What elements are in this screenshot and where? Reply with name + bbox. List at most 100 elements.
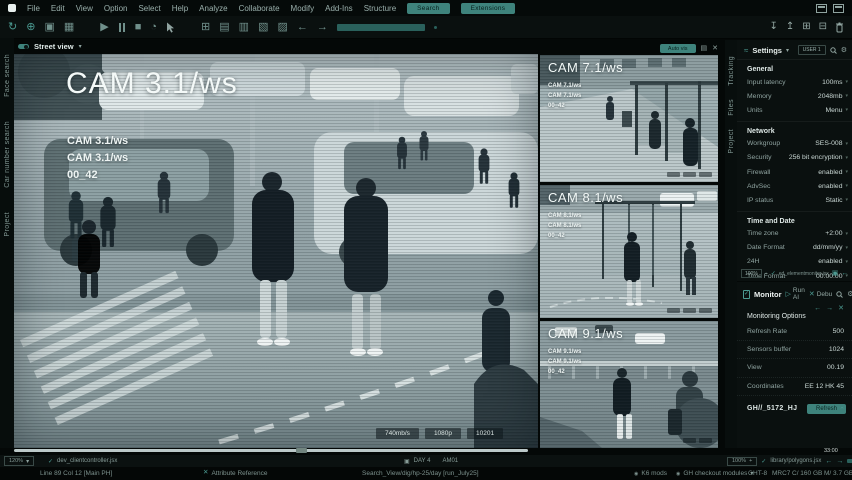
- menu-add-ins[interactable]: Add-Ins: [325, 4, 353, 13]
- panels-icon[interactable]: ▤: [219, 21, 229, 33]
- toolbar-progress-bar[interactable]: [336, 23, 425, 31]
- menu-view[interactable]: View: [76, 4, 93, 13]
- panel-zoom-chip[interactable]: 100% +: [727, 456, 758, 466]
- export-page-icon[interactable]: ▥: [239, 21, 249, 33]
- box-icon[interactable]: ▣: [404, 458, 410, 465]
- search-button[interactable]: Search: [407, 2, 450, 14]
- setting-row-units[interactable]: Units Menu ▾: [737, 103, 852, 117]
- menu-help[interactable]: Help: [172, 4, 188, 13]
- search-icon[interactable]: [830, 46, 837, 54]
- gear-icon[interactable]: ⚙: [841, 46, 847, 54]
- download-icon[interactable]: ↧: [769, 22, 777, 32]
- close-icon[interactable]: ✕: [838, 305, 844, 312]
- rotate-tool-icon[interactable]: ↻: [8, 21, 17, 33]
- close-icon[interactable]: ✕: [203, 470, 208, 477]
- check-icon[interactable]: ✓: [771, 270, 776, 277]
- menu-analyze[interactable]: Analyze: [199, 4, 227, 13]
- timeline-scrubber[interactable]: [14, 448, 528, 453]
- arrow-left-icon[interactable]: ←: [841, 270, 848, 277]
- close-icon[interactable]: ✕: [712, 45, 718, 52]
- setting-row-advsec[interactable]: AdvSec enabled ▾: [737, 179, 852, 193]
- mini-chip[interactable]: [683, 308, 696, 313]
- main-camera-feed[interactable]: CAM 3.1/ws CAM 3.1/ws CAM 3.1/ws 00_42 7…: [14, 54, 538, 448]
- mini-chip[interactable]: [699, 308, 712, 313]
- user-chip[interactable]: USER 1: [797, 45, 826, 55]
- new-page-icon[interactable]: ▨: [277, 21, 287, 33]
- app-icon[interactable]: [8, 4, 16, 12]
- mini-chip[interactable]: [699, 172, 712, 177]
- menu-structure[interactable]: Structure: [364, 4, 396, 13]
- debug-tab[interactable]: ✕ Debu: [809, 291, 832, 298]
- save-all-icon[interactable]: ▦: [64, 21, 74, 33]
- bitrate-chip[interactable]: 740mb/s: [376, 428, 419, 439]
- setting-row-security[interactable]: Security 256 bit encryption ▾: [737, 151, 852, 165]
- menu-file[interactable]: File: [27, 4, 40, 13]
- setting-row-ip-status[interactable]: IP status Static ▾: [737, 193, 852, 207]
- arrow-left-icon[interactable]: ←: [814, 305, 821, 312]
- box-icon[interactable]: ▣: [832, 270, 839, 277]
- extensions-button[interactable]: Extensions: [460, 2, 516, 14]
- monitor-row-sensors-buffer[interactable]: Sensors buffer 1024: [737, 341, 852, 360]
- save-icon[interactable]: ▣: [44, 21, 54, 33]
- zoom-level-chip[interactable]: 120% ▾: [4, 456, 35, 466]
- chevron-up-icon[interactable]: ⌃: [839, 406, 845, 414]
- checkbox-icon[interactable]: ✓: [743, 289, 751, 299]
- back-arrow-icon[interactable]: ←: [297, 21, 308, 33]
- plus-icon[interactable]: +: [765, 271, 768, 276]
- main-view-tab-label[interactable]: Street view: [34, 42, 74, 51]
- upload-icon[interactable]: ↥: [786, 22, 794, 32]
- monitor-icon[interactable]: [816, 3, 827, 13]
- resolution-chip[interactable]: 1080p: [424, 428, 462, 439]
- panel-tab-tracking[interactable]: Tracking: [728, 56, 735, 86]
- sidebar-tab-face-search[interactable]: Face search: [4, 54, 11, 97]
- clock-icon[interactable]: ◔: [150, 21, 157, 33]
- setting-row-date-format[interactable]: Date Format dd/mm/yy ▾: [737, 241, 852, 255]
- printer-icon[interactable]: [833, 3, 844, 13]
- status-progress-bar[interactable]: [847, 459, 852, 463]
- import-page-icon[interactable]: ▧: [258, 21, 268, 33]
- forward-arrow-icon[interactable]: →: [317, 21, 328, 33]
- arrow-right-icon[interactable]: →: [836, 458, 843, 465]
- check-icon[interactable]: ✓: [48, 458, 53, 465]
- setting-row-memory[interactable]: Memory 2048mb ▾: [737, 89, 852, 103]
- menu-select[interactable]: Select: [138, 4, 160, 13]
- new-window-icon[interactable]: ⊞: [201, 21, 210, 33]
- setting-row-time-zone[interactable]: Time zone +2:00 ▾: [737, 227, 852, 241]
- cursor-icon[interactable]: [166, 22, 175, 33]
- mini-chip[interactable]: [683, 438, 696, 443]
- camera-feed-9[interactable]: CAM 9.1/ws CAM 9.1/ws CAM 9.1/ws 00_42: [540, 321, 718, 448]
- arrow-left-icon[interactable]: ←: [825, 458, 832, 465]
- mini-chip[interactable]: [667, 172, 680, 177]
- add-icon[interactable]: ⊞: [802, 22, 810, 32]
- mini-chip[interactable]: [699, 438, 712, 443]
- timeline-handle[interactable]: [296, 448, 307, 453]
- monitor-row-refresh-rate[interactable]: Refresh Rate 500: [737, 323, 852, 342]
- sidebar-tab-car-number-search[interactable]: Car number search: [4, 121, 11, 188]
- play-icon[interactable]: ▶: [100, 21, 108, 33]
- camera-feed-7[interactable]: CAM 7.1/ws CAM 7.1/ws CAM 7.1/ws 00_42: [540, 55, 718, 182]
- setting-row-firewall[interactable]: Firewall enabled ▾: [737, 165, 852, 179]
- settings-title[interactable]: Settings: [752, 46, 782, 55]
- remove-icon[interactable]: ⊟: [819, 22, 827, 32]
- camera-feed-8[interactable]: CAM 8.1/ws CAM 8.1/ws CAM 8.1/ws 00_42: [540, 185, 718, 318]
- check-icon[interactable]: ✓: [761, 458, 766, 465]
- mini-chip[interactable]: [667, 308, 680, 313]
- menu-option[interactable]: Option: [104, 4, 128, 13]
- monitor-row-view[interactable]: View 00.19: [737, 359, 852, 378]
- modules-dropdown[interactable]: GH checkout modules: [683, 470, 747, 477]
- monitor-row-coordinates[interactable]: Coordinates EE 12 HK 45: [737, 378, 852, 396]
- view-toggle[interactable]: [18, 44, 29, 49]
- setting-row-input-latency[interactable]: Input latency 100ms ▾: [737, 75, 852, 89]
- sidebar-tab-project[interactable]: Project: [4, 212, 11, 237]
- stop-icon[interactable]: ■: [135, 21, 142, 33]
- search-icon[interactable]: [836, 290, 844, 298]
- chevron-down-icon[interactable]: ▾: [79, 43, 82, 50]
- anchor-tool-icon[interactable]: ⊕: [26, 21, 35, 33]
- mini-chip[interactable]: [683, 172, 696, 177]
- grid-icon[interactable]: ▤: [701, 45, 708, 52]
- auto-vis-chip[interactable]: Auto vis: [659, 44, 696, 53]
- gear-icon[interactable]: ⚙: [847, 290, 852, 298]
- menu-modify[interactable]: Modify: [291, 4, 315, 13]
- monitor-title[interactable]: Monitor: [754, 290, 782, 299]
- menu-edit[interactable]: Edit: [51, 4, 65, 13]
